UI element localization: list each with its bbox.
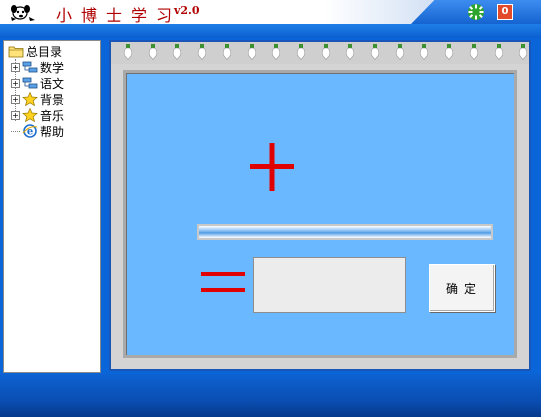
light-bulb-icon [469,44,478,60]
light-bulb-icon [148,44,157,60]
light-bulb-icon [445,44,454,60]
light-bulb-icon [247,44,256,60]
fraction-bar [197,224,493,240]
expand-toggle[interactable]: + [11,94,20,104]
tree-item-music[interactable]: + 音乐 [11,107,64,123]
expand-toggle[interactable]: + [11,78,20,88]
light-bulb-icon [123,44,133,60]
top-frame [0,24,541,38]
green-gear-icon [468,4,484,20]
light-bulb-icon [395,44,404,60]
light-bulb-icon [420,44,429,60]
tree-item-label: 背景 [40,92,65,107]
settings-button[interactable] [467,3,485,21]
light-bulb-icon [272,44,281,60]
exercise-area: 确定 [123,70,517,358]
tree-item-math[interactable]: + 数学 [11,59,64,75]
app-title: 小博士学习 [56,6,182,25]
decorative-bulb-row [111,42,529,64]
network-icon [22,61,38,73]
light-bulb-icon [222,44,231,60]
light-bulb-icon [370,44,380,60]
tree-item-label: 语文 [40,76,65,91]
light-bulb-icon [321,44,330,60]
cartoon-dog-logo-icon [11,5,35,21]
expand-toggle[interactable]: + [11,110,20,120]
bottom-frame [0,374,541,417]
light-bulb-icon [296,44,305,60]
tree-root-item[interactable]: 总目录 [8,43,62,59]
expand-toggle[interactable]: + [11,62,20,72]
tree-root-label: 总目录 [26,44,63,59]
tree-item-background[interactable]: + 背景 [11,91,64,107]
plus-sign-icon [250,143,294,191]
tree-item-chinese[interactable]: + 语文 [11,75,64,91]
tree-item-label: 帮助 [40,124,65,139]
equals-sign-icon [201,272,245,292]
network-icon [22,77,38,89]
title-bar: 小博士学习 v2.0 0 [0,0,541,25]
answer-input[interactable] [253,257,406,313]
confirm-button[interactable]: 确定 [429,264,495,312]
tree-item-label: 音乐 [40,108,65,123]
light-bulb-icon [198,44,207,60]
folder-icon [8,46,24,58]
light-bulb-icon [519,44,528,60]
close-icon: 0 [501,6,509,17]
ie-browser-icon: e [22,124,38,138]
close-button[interactable]: 0 [497,4,513,20]
light-bulb-icon [346,44,355,60]
light-bulb-icon [494,44,503,60]
light-bulb-icon [173,44,182,60]
tree-item-label: 数学 [40,60,65,75]
exercise-panel: 确定 [109,40,531,371]
app-version: v2.0 [174,4,200,17]
star-icon [22,92,38,106]
star-icon [22,108,38,122]
tree-item-help[interactable]: e 帮助 [11,123,64,139]
category-tree[interactable]: 总目录 + 数学 + 语文 + 背景 + 音乐 e 帮助 [3,40,101,373]
